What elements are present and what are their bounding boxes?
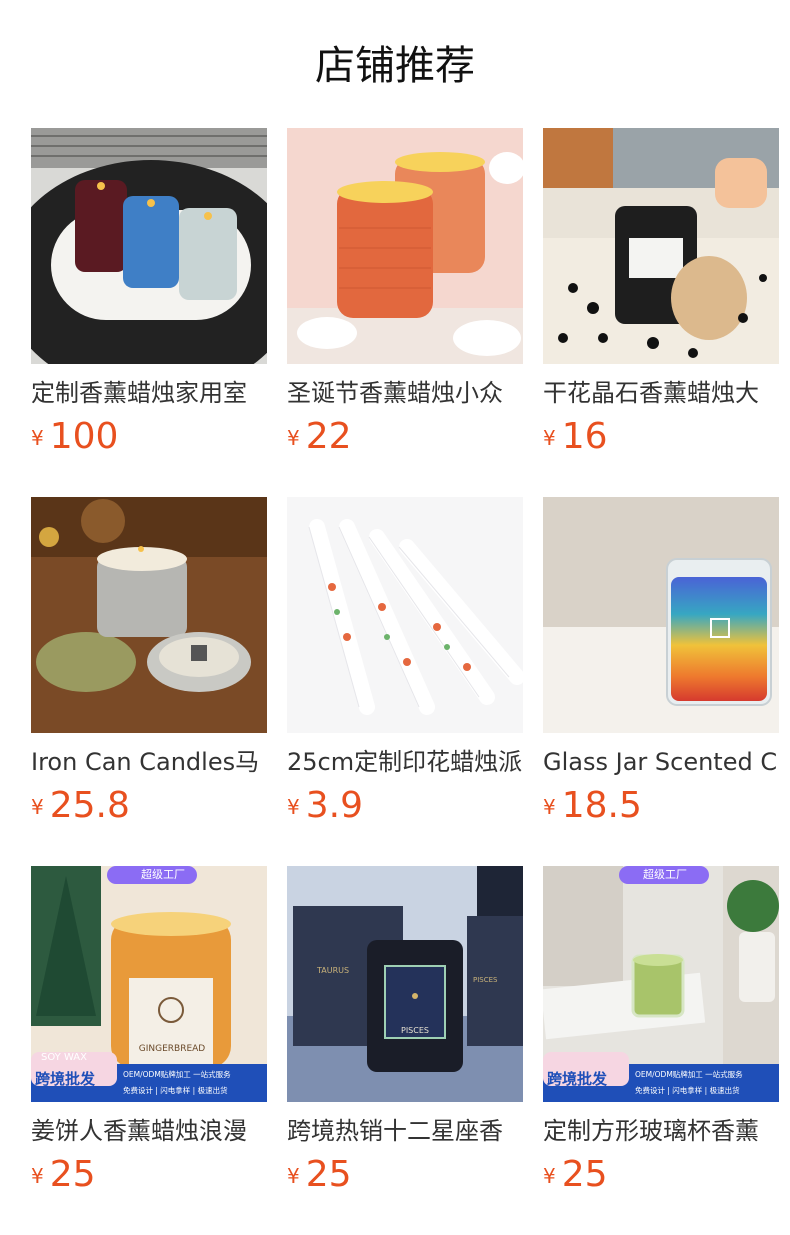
banner-line-1: OEM/ODM贴牌加工 一站式服务 bbox=[635, 1070, 743, 1079]
page-title: 店铺推荐 bbox=[315, 43, 475, 89]
product-label: GINGERBREAD bbox=[138, 1044, 206, 1054]
price-amount: 100 bbox=[49, 416, 119, 457]
product-price: ¥22 bbox=[287, 415, 352, 459]
product-name[interactable]: 25cm定制印花蜡烛派 bbox=[287, 745, 523, 779]
price-amount: 16 bbox=[561, 416, 608, 457]
badge-bottom: 跨境批发 bbox=[547, 1070, 608, 1088]
banner-line-2: 免费设计 | 闪电拿样 | 极速出货 bbox=[635, 1086, 740, 1095]
product-name[interactable]: 圣诞节香薰蜡烛小众 bbox=[287, 376, 523, 410]
price-amount: 25.8 bbox=[49, 785, 130, 826]
currency-symbol: ¥ bbox=[31, 795, 44, 819]
product-image[interactable] bbox=[287, 497, 523, 733]
product-image[interactable] bbox=[31, 128, 267, 364]
currency-symbol: ¥ bbox=[287, 795, 300, 819]
product-name[interactable]: 姜饼人香薰蜡烛浪漫 bbox=[31, 1114, 267, 1148]
product-image[interactable]: 超级工厂 SOY WAX 跨境批发 GINGERBREAD OEM/ODM贴牌加… bbox=[31, 866, 267, 1102]
product-label: PISCES bbox=[401, 1026, 429, 1035]
product-price: ¥100 bbox=[31, 415, 118, 459]
product-image[interactable] bbox=[31, 497, 267, 733]
currency-symbol: ¥ bbox=[543, 426, 556, 450]
product-card[interactable]: 25cm定制印花蜡烛派 ¥3.9 bbox=[287, 497, 523, 866]
box-label-right: PISCES bbox=[473, 976, 498, 984]
product-card[interactable]: Iron Can Candles马 ¥25.8 bbox=[31, 497, 267, 866]
price-amount: 3.9 bbox=[305, 785, 363, 826]
product-price: ¥25.8 bbox=[31, 784, 130, 828]
product-price: ¥25 bbox=[543, 1153, 608, 1197]
banner-line-2: 免费设计 | 闪电拿样 | 极速出货 bbox=[123, 1086, 228, 1095]
product-card[interactable]: 干花晶石香薰蜡烛大 ¥16 bbox=[543, 128, 779, 497]
currency-symbol: ¥ bbox=[31, 426, 44, 450]
currency-symbol: ¥ bbox=[287, 1164, 300, 1188]
price-amount: 18.5 bbox=[561, 785, 642, 826]
badge-bottom: 跨境批发 bbox=[35, 1070, 96, 1088]
product-price: ¥25 bbox=[31, 1153, 96, 1197]
product-image[interactable]: TAURUS PISCES PISCES bbox=[287, 866, 523, 1102]
product-card[interactable]: TAURUS PISCES PISCES 跨境热销十二星座香 ¥25 bbox=[287, 866, 523, 1235]
product-price: ¥3.9 bbox=[287, 784, 363, 828]
box-label-left: TAURUS bbox=[317, 966, 350, 975]
badge-top: 超级工厂 bbox=[141, 868, 185, 881]
product-card[interactable]: 圣诞节香薰蜡烛小众 ¥22 bbox=[287, 128, 523, 497]
currency-symbol: ¥ bbox=[287, 426, 300, 450]
product-card[interactable]: 定制香薰蜡烛家用室 ¥100 bbox=[31, 128, 267, 497]
product-image[interactable] bbox=[287, 128, 523, 364]
product-price: ¥18.5 bbox=[543, 784, 642, 828]
price-amount: 25 bbox=[305, 1154, 352, 1195]
product-card[interactable]: 超级工厂 跨境批发 OEM/ODM贴牌加工 一站式服务 免费设计 | 闪电拿样 … bbox=[543, 866, 779, 1235]
currency-symbol: ¥ bbox=[543, 1164, 556, 1188]
product-name[interactable]: 定制方形玻璃杯香薰 bbox=[543, 1114, 779, 1148]
product-name[interactable]: Iron Can Candles马 bbox=[31, 745, 267, 779]
currency-symbol: ¥ bbox=[543, 795, 556, 819]
product-name[interactable]: Glass Jar Scented C bbox=[543, 745, 779, 779]
product-price: ¥16 bbox=[543, 415, 608, 459]
price-amount: 25 bbox=[561, 1154, 608, 1195]
product-price: ¥25 bbox=[287, 1153, 352, 1197]
product-name[interactable]: 干花晶石香薰蜡烛大 bbox=[543, 376, 779, 410]
badge-top: 超级工厂 bbox=[643, 868, 687, 881]
price-amount: 22 bbox=[305, 416, 352, 457]
product-card[interactable]: 超级工厂 SOY WAX 跨境批发 GINGERBREAD OEM/ODM贴牌加… bbox=[31, 866, 267, 1235]
product-image[interactable]: 超级工厂 跨境批发 OEM/ODM贴牌加工 一站式服务 免费设计 | 闪电拿样 … bbox=[543, 866, 779, 1102]
product-card[interactable]: Glass Jar Scented C ¥18.5 bbox=[543, 497, 779, 866]
product-name[interactable]: 跨境热销十二星座香 bbox=[287, 1114, 523, 1148]
price-amount: 25 bbox=[49, 1154, 96, 1195]
currency-symbol: ¥ bbox=[31, 1164, 44, 1188]
product-image[interactable] bbox=[543, 128, 779, 364]
product-name[interactable]: 定制香薰蜡烛家用室 bbox=[31, 376, 267, 410]
product-image[interactable] bbox=[543, 497, 779, 733]
product-grid: 定制香薰蜡烛家用室 ¥100 圣诞节香薰蜡烛小众 ¥22 干花晶石香薰蜡烛大 ¥… bbox=[31, 128, 779, 1235]
banner-line-1: OEM/ODM贴牌加工 一站式服务 bbox=[123, 1070, 231, 1079]
badge-tag: SOY WAX bbox=[41, 1052, 87, 1063]
